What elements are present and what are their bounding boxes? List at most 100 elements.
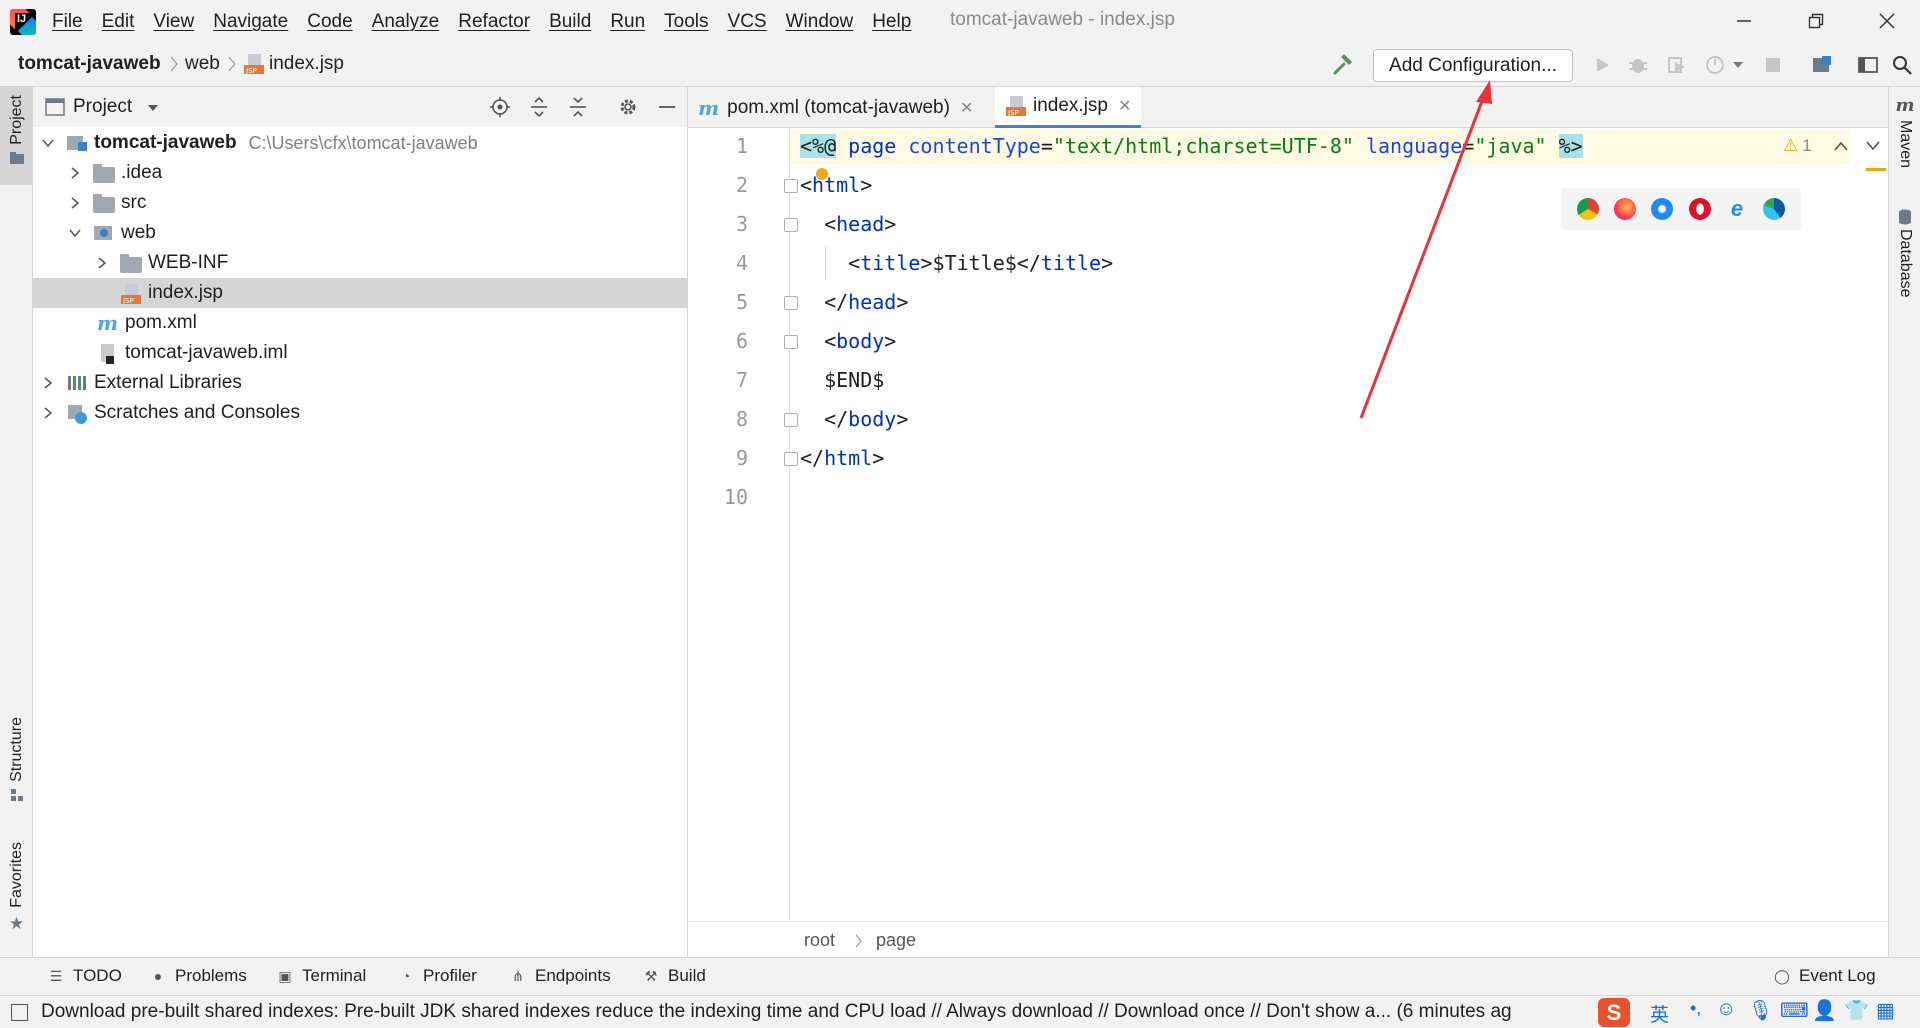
code-editor[interactable]: 1 2 3 4 5 6 7 8 9 10 <%@ page contentTyp… [688, 128, 1888, 921]
build-button[interactable]: ⚒ Build [642, 966, 706, 986]
layout-icon[interactable] [1855, 52, 1881, 78]
run-icon[interactable] [1589, 52, 1615, 78]
project-tool-button[interactable]: Project [0, 87, 33, 185]
fold-marker-icon[interactable] [784, 179, 798, 193]
toggle-tool-windows-icon[interactable] [11, 1004, 28, 1021]
expand-all-icon[interactable] [528, 96, 550, 118]
chevron-down-icon[interactable] [1730, 52, 1746, 78]
chevron-down-icon[interactable] [65, 223, 85, 243]
maven-tool-button[interactable]: m Maven [1889, 95, 1920, 168]
fold-marker-icon[interactable] [784, 296, 798, 310]
menu-navigate[interactable]: Navigate [213, 11, 288, 33]
structure-tool-button[interactable]: Structure [0, 717, 33, 817]
tree-item-iml[interactable]: tomcat-javaweb.iml [33, 338, 687, 368]
favorites-tool-button[interactable]: Favorites ★ [0, 842, 33, 942]
menu-window[interactable]: Window [786, 11, 854, 33]
menu-refactor[interactable]: Refactor [458, 11, 530, 33]
chevron-right-icon[interactable] [38, 373, 58, 393]
breadcrumb-file[interactable]: index.jsp [269, 53, 344, 75]
fold-marker-icon[interactable] [784, 413, 798, 427]
ime-language-indicator[interactable]: 英 [1650, 1000, 1669, 1027]
chevron-right-icon[interactable] [92, 253, 112, 273]
stop-icon[interactable] [1760, 52, 1786, 78]
tree-item-idea[interactable]: .idea [33, 158, 687, 188]
warning-stripe-marker[interactable] [1866, 168, 1886, 171]
chevron-down-icon[interactable] [147, 103, 159, 113]
menu-vcs[interactable]: VCS [728, 11, 767, 33]
tree-item-src[interactable]: src [33, 188, 687, 218]
tree-item-scratches[interactable]: Scratches and Consoles [33, 398, 687, 428]
fold-marker-icon[interactable] [784, 452, 798, 466]
tree-item-index-jsp[interactable]: JSP index.jsp [33, 278, 687, 308]
internet-explorer-icon[interactable]: e [1726, 198, 1748, 220]
menu-run[interactable]: Run [610, 11, 645, 33]
breadcrumb-page[interactable]: page [876, 930, 916, 951]
punctuation-icon[interactable]: •, [1690, 998, 1701, 1019]
opera-icon[interactable] [1688, 198, 1711, 220]
chevron-down-icon[interactable] [38, 133, 58, 153]
locate-file-icon[interactable] [489, 96, 511, 118]
toolbox-icon[interactable]: ▦ [1876, 998, 1895, 1023]
endpoints-button[interactable]: ⋔ Endpoints [509, 966, 611, 986]
gear-icon[interactable] [617, 96, 639, 118]
hide-panel-icon[interactable] [656, 96, 678, 118]
tab-pom-xml[interactable]: m pom.xml (tomcat-javaweb) ✕ [688, 87, 983, 128]
previous-highlight-icon[interactable] [1834, 141, 1848, 151]
restore-icon[interactable] [1803, 8, 1829, 34]
menu-help[interactable]: Help [872, 11, 911, 33]
tab-index-jsp[interactable]: JSP index.jsp ✕ [995, 87, 1142, 128]
edge-icon[interactable] [1763, 198, 1786, 220]
chevron-right-icon[interactable] [65, 163, 85, 183]
coverage-icon[interactable] [1664, 52, 1690, 78]
tree-item-external-libraries[interactable]: External Libraries [33, 368, 687, 398]
close-tab-icon[interactable]: ✕ [960, 98, 973, 118]
breadcrumb-root[interactable]: root [804, 930, 835, 951]
menu-view[interactable]: View [153, 11, 194, 33]
problems-button[interactable]: ● Problems [149, 966, 247, 986]
project-view-selector[interactable]: Project [73, 96, 132, 118]
keyboard-icon[interactable]: ⌨ [1780, 998, 1809, 1023]
debug-icon[interactable] [1625, 52, 1651, 78]
minimize-icon[interactable] [1731, 8, 1757, 34]
profiler-button[interactable]: ◔ Profiler [397, 966, 477, 986]
emoji-icon[interactable]: ☺ [1716, 998, 1736, 1021]
close-tab-icon[interactable]: ✕ [1118, 96, 1131, 116]
close-window-icon[interactable] [1874, 8, 1900, 34]
menu-code[interactable]: Code [307, 11, 352, 33]
sogou-ime-icon[interactable]: S [1598, 998, 1630, 1027]
next-highlight-icon[interactable] [1866, 141, 1880, 151]
breadcrumb-project[interactable]: tomcat-javaweb [18, 53, 161, 75]
chevron-right-icon[interactable] [38, 403, 58, 423]
fold-marker-icon[interactable] [784, 218, 798, 232]
profile-icon[interactable] [1702, 52, 1728, 78]
inspection-widget[interactable]: ⚠ 1 [1783, 136, 1880, 156]
status-message[interactable]: Download pre-built shared indexes: Pre-b… [41, 1001, 1512, 1023]
tree-item-web-inf[interactable]: WEB-INF [33, 248, 687, 278]
user-icon[interactable]: 👤 [1812, 998, 1837, 1023]
tree-item-web[interactable]: web [33, 218, 687, 248]
database-tool-button[interactable]: Database [1889, 209, 1920, 298]
build-hammer-icon[interactable] [1330, 52, 1356, 78]
menu-tools[interactable]: Tools [664, 11, 708, 33]
project-structure-icon[interactable] [1809, 52, 1835, 78]
collapse-all-icon[interactable] [567, 96, 589, 118]
skin-icon[interactable]: 👕 [1844, 998, 1869, 1023]
add-configuration-button[interactable]: Add Configuration... [1373, 49, 1573, 82]
search-icon[interactable] [1889, 52, 1915, 78]
firefox-icon[interactable] [1613, 198, 1636, 220]
event-log-button[interactable]: ◯ Event Log [1773, 966, 1875, 986]
menu-build[interactable]: Build [549, 11, 591, 33]
tree-item-pom-xml[interactable]: m pom.xml [33, 308, 687, 338]
safari-icon[interactable] [1651, 198, 1674, 220]
menu-file[interactable]: File [52, 11, 83, 33]
menu-analyze[interactable]: Analyze [372, 11, 440, 33]
terminal-button[interactable]: ▣ Terminal [276, 966, 366, 986]
tree-item-tomcat-javaweb[interactable]: tomcat-javaweb C:\Users\cfx\tomcat-javaw… [33, 128, 687, 158]
todo-button[interactable]: ☰ TODO [47, 966, 122, 986]
menu-edit[interactable]: Edit [102, 11, 135, 33]
chrome-icon[interactable] [1576, 198, 1599, 220]
microphone-icon[interactable]: 🎙 [1748, 998, 1773, 1023]
chevron-right-icon[interactable] [65, 193, 85, 213]
breadcrumb-web[interactable]: web [185, 53, 220, 75]
fold-marker-icon[interactable] [784, 335, 798, 349]
